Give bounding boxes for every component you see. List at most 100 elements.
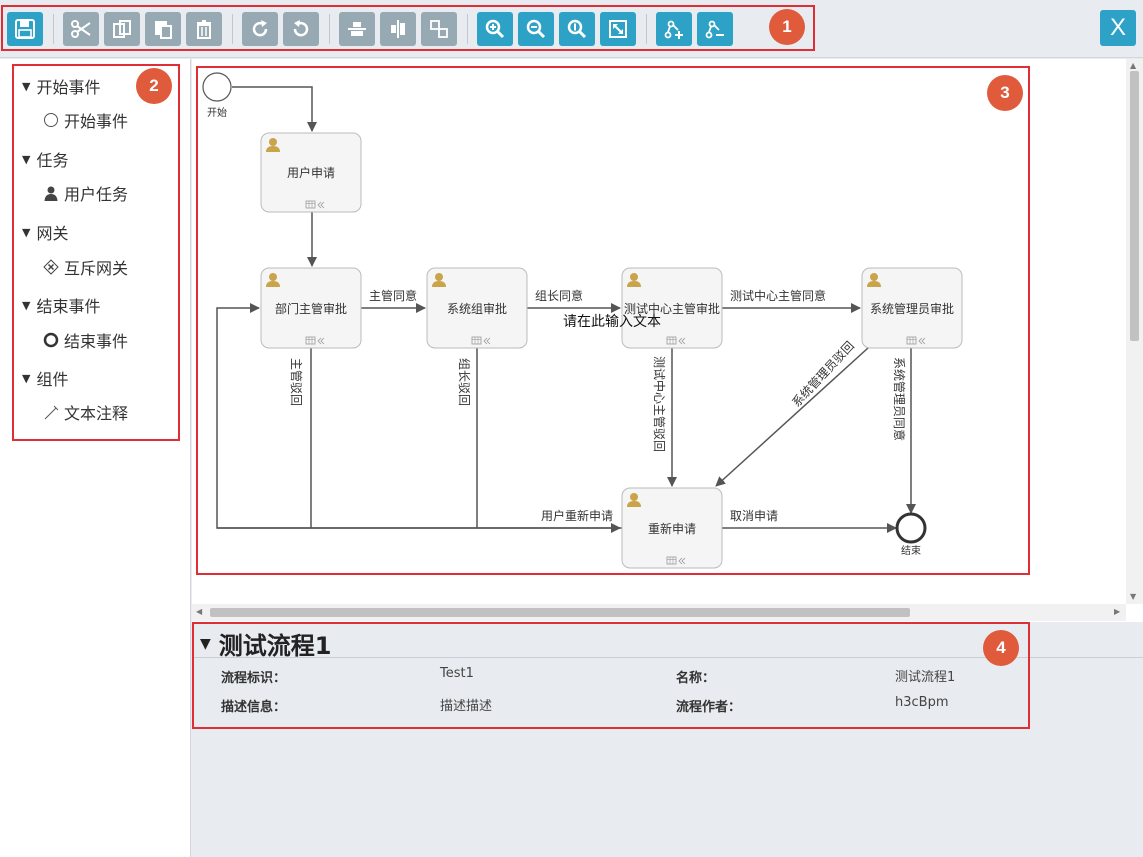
start-event-label: 开始: [207, 106, 227, 119]
palette-item-text-annotation[interactable]: 文本注释: [42, 400, 128, 424]
copy-icon: [113, 20, 131, 38]
palette-group-label: 组件: [36, 370, 69, 389]
vertical-scrollbar[interactable]: ▲ ▼: [1126, 59, 1143, 604]
save-icon: [15, 19, 35, 39]
zoom-in-button[interactable]: [477, 12, 513, 46]
process-diagram[interactable]: 开始 结束 用户申请 部门主管审批 系统组审批 测试中心主管审批 系统管理员审批…: [192, 59, 1126, 604]
start-event-icon: [42, 112, 60, 128]
palette-group-label: 结束事件: [36, 297, 101, 316]
align-center-icon: [348, 22, 366, 36]
toolbar: X: [0, 0, 1143, 58]
palette-group-end-events[interactable]: ▼ 结束事件: [22, 293, 100, 317]
zoom-in-icon: [485, 19, 505, 39]
task-sys-group-approve[interactable]: 系统组审批: [426, 267, 528, 349]
callout-badge: 3: [987, 75, 1023, 111]
name-label: 名称：: [676, 671, 716, 686]
edge-label: 组长驳回: [457, 358, 471, 406]
task-user-request[interactable]: 用户申请: [260, 132, 362, 213]
edge-label: 用户重新申请: [541, 508, 613, 523]
trash-icon: [197, 20, 211, 39]
process-id-value[interactable]: Test1: [440, 666, 474, 681]
start-event[interactable]: [202, 72, 232, 102]
undo-icon: [293, 20, 309, 37]
save-button[interactable]: [7, 12, 43, 46]
chevron-down-icon: ▼: [22, 371, 31, 385]
edge-label: 系统管理员驳回: [789, 338, 857, 410]
palette-item-user-task[interactable]: 用户任务: [42, 181, 128, 205]
process-id-label: 流程标识：: [221, 671, 287, 686]
palette-item-start-event[interactable]: 开始事件: [42, 108, 128, 132]
chevron-down-icon: ▼: [200, 635, 211, 652]
scroll-right-arrow-icon[interactable]: ▶: [1114, 607, 1120, 616]
author-value[interactable]: h3cBpm: [895, 695, 949, 710]
edge-label: 取消申请: [730, 509, 778, 523]
end-event-label: 结束: [901, 544, 921, 557]
task-reapply[interactable]: 重新申请: [621, 487, 723, 569]
zoom-out-icon: [526, 19, 546, 39]
horizontal-scrollbar[interactable]: ◀ ▶: [192, 604, 1126, 621]
diagram-canvas[interactable]: 开始 结束 用户申请 部门主管审批 系统组审批 测试中心主管审批 系统管理员审批…: [192, 59, 1143, 622]
process-title: 测试流程1: [218, 632, 332, 660]
author-label: 流程作者：: [676, 700, 742, 715]
scroll-up-arrow-icon[interactable]: ▲: [1130, 61, 1136, 70]
palette-group-tasks[interactable]: ▼ 任务: [22, 147, 68, 171]
palette-item-label: 结束事件: [64, 332, 129, 351]
add-waypoint-button[interactable]: [656, 12, 692, 46]
palette-item-label: 开始事件: [64, 112, 129, 131]
zoom-out-button[interactable]: [518, 12, 554, 46]
toolbar-divider: [232, 14, 233, 44]
align-horizontal-button[interactable]: [339, 12, 375, 46]
properties-header[interactable]: ▼ 测试流程1: [200, 626, 331, 661]
scroll-down-arrow-icon[interactable]: ▼: [1130, 592, 1136, 601]
fit-screen-icon: [609, 20, 627, 38]
callout-badge: 2: [136, 68, 172, 104]
undo-button[interactable]: [283, 12, 319, 46]
chevron-down-icon: ▼: [22, 152, 31, 166]
task-test-center-approve[interactable]: 测试中心主管审批: [621, 267, 723, 349]
cut-button[interactable]: [63, 12, 99, 46]
close-button[interactable]: X: [1100, 10, 1136, 46]
paste-button[interactable]: [145, 12, 181, 46]
callout-badge: 4: [983, 630, 1019, 666]
palette-group-label: 开始事件: [36, 78, 101, 97]
chevron-down-icon: ▼: [22, 79, 31, 93]
toolbar-divider: [646, 14, 647, 44]
description-label: 描述信息：: [221, 700, 287, 715]
task-dept-approve[interactable]: 部门主管审批: [260, 267, 362, 349]
palette-item-end-event[interactable]: 结束事件: [42, 328, 128, 352]
task-sys-admin-approve[interactable]: 系统管理员审批: [861, 267, 963, 349]
edge-label: 组长同意: [535, 288, 583, 303]
palette-group-start-events[interactable]: ▼ 开始事件: [22, 74, 100, 98]
palette-item-exclusive-gateway[interactable]: 互斥网关: [42, 255, 128, 279]
align-vertical-button[interactable]: [380, 12, 416, 46]
align-middle-icon: [391, 20, 405, 38]
delete-button[interactable]: [186, 12, 222, 46]
flow-start-to-user-request: [232, 86, 317, 132]
palette-group-label: 任务: [36, 151, 69, 170]
remove-waypoint-button[interactable]: [697, 12, 733, 46]
scroll-left-arrow-icon[interactable]: ◀: [196, 607, 202, 616]
task-label: 系统组审批: [447, 301, 507, 316]
redo-button[interactable]: [242, 12, 278, 46]
toolbar-divider: [53, 14, 54, 44]
palette-group-gateways[interactable]: ▼ 网关: [22, 220, 68, 244]
add-bend-icon: [664, 20, 683, 39]
description-value[interactable]: 描述描述: [440, 695, 492, 714]
horizontal-scroll-thumb[interactable]: [210, 608, 910, 617]
zoom-fit-button[interactable]: [600, 12, 636, 46]
element-palette: ▼ 开始事件 开始事件 ▼ 任务 用户任务 ▼ 网关 互斥网关 ▼ 结束事件 结…: [0, 59, 191, 857]
copy-button[interactable]: [104, 12, 140, 46]
toolbar-divider: [467, 14, 468, 44]
same-size-button[interactable]: [421, 12, 457, 46]
task-label: 用户申请: [287, 165, 335, 180]
task-label: 部门主管审批: [275, 301, 347, 316]
name-value[interactable]: 测试流程1: [895, 666, 955, 685]
zoom-reset-icon: [567, 19, 587, 39]
palette-group-components[interactable]: ▼ 组件: [22, 366, 68, 390]
chevron-down-icon: ▼: [22, 225, 31, 239]
zoom-actual-button[interactable]: [559, 12, 595, 46]
task-label: 系统管理员审批: [870, 301, 954, 316]
end-event[interactable]: [895, 512, 927, 544]
palette-item-label: 文本注释: [64, 404, 129, 423]
vertical-scroll-thumb[interactable]: [1130, 71, 1139, 341]
